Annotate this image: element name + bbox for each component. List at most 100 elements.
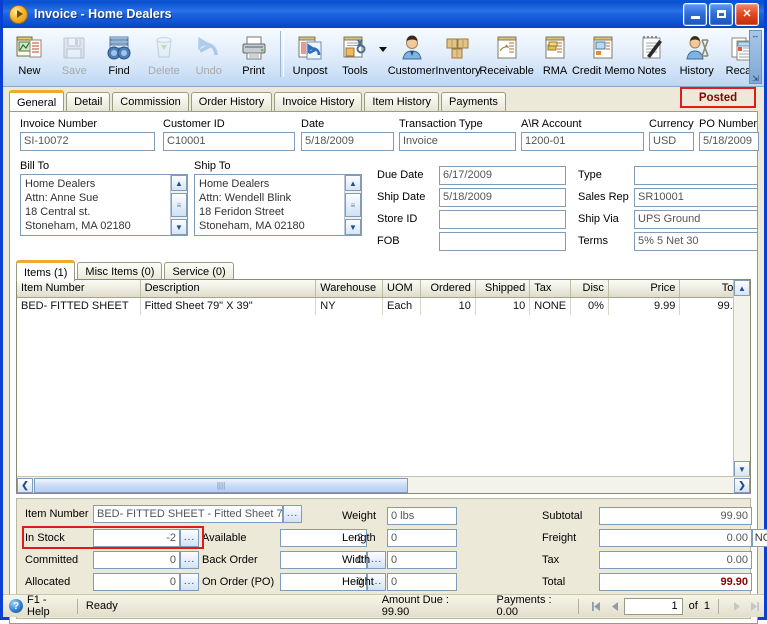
scrollbar-thumb[interactable]: ||||	[34, 477, 408, 493]
previous-record-button[interactable]	[606, 598, 625, 615]
toolbar-new-button[interactable]: New	[7, 28, 52, 84]
transaction-type-input[interactable]: Invoice	[399, 132, 516, 151]
grid-horizontal-scrollbar[interactable]: ❮ |||| ❯	[17, 476, 750, 493]
toolbar-rma-button[interactable]: RMA	[533, 28, 578, 84]
tab-detail[interactable]: Detail	[66, 92, 111, 111]
currency-input[interactable]: USD	[649, 132, 694, 151]
grid-column-header[interactable]: Description	[141, 280, 317, 297]
bill-to-scrollbar[interactable]: ▲ ≡ ▼	[170, 175, 187, 235]
freight-input[interactable]: 0.00	[599, 529, 752, 547]
in-stock-lookup-button[interactable]: ...	[180, 529, 199, 547]
notepad-pen-icon	[637, 32, 667, 64]
item-number-lookup-button[interactable]: ...	[283, 505, 302, 523]
toolbar-credit-memo-button[interactable]: Credit Memo	[572, 28, 635, 84]
tab-invoice-history[interactable]: Invoice History	[274, 92, 363, 111]
scrollbar-thumb[interactable]: ≡	[345, 193, 361, 217]
bill-to-address[interactable]: Home Dealers Attn: Anne Sue 18 Central s…	[20, 174, 188, 236]
toolbar-save-button[interactable]: Save	[52, 28, 97, 84]
toolbar-overflow-grip[interactable]: ↔ ⇲	[749, 30, 762, 84]
scroll-right-icon[interactable]: ❯	[734, 477, 750, 493]
ship-to-scrollbar[interactable]: ▲ ≡ ▼	[344, 175, 361, 235]
next-record-button[interactable]	[727, 598, 746, 615]
in-stock-input[interactable]: -2	[93, 529, 180, 547]
maximize-button[interactable]	[709, 2, 733, 26]
chevron-down-icon[interactable]	[377, 28, 387, 84]
toolbar-print-button[interactable]: Print	[231, 28, 276, 84]
grid-column-header[interactable]: Ordered	[421, 280, 476, 297]
ar-account-input[interactable]: 1200-01	[521, 132, 644, 151]
grid-column-header[interactable]: UOM	[383, 280, 422, 297]
grid-column-header[interactable]: Shipped	[476, 280, 531, 297]
ship-date-input[interactable]: 5/18/2009	[439, 187, 566, 207]
help-question-icon[interactable]: ?	[9, 599, 23, 613]
scroll-down-icon[interactable]: ▼	[171, 219, 187, 235]
date-input[interactable]: 5/18/2009	[301, 132, 394, 151]
cell-ordered: 10	[421, 298, 476, 315]
committed-input[interactable]: 0	[93, 551, 180, 569]
po-number-input[interactable]: 5/18/2009	[699, 132, 759, 151]
terms-input[interactable]: 5% 5 Net 30	[634, 231, 758, 251]
allocated-input[interactable]: 0	[93, 573, 180, 591]
toolbar-inventory-button[interactable]: Inventory	[435, 28, 481, 84]
toolbar-history-button[interactable]: History	[674, 28, 719, 84]
detail-item-number-input[interactable]: BED- FITTED SHEET - Fitted Sheet 79" X 3…	[93, 505, 283, 523]
length-input[interactable]: 0	[387, 529, 457, 547]
toolbar-receivable-button[interactable]: Receivable	[479, 28, 534, 84]
scroll-down-icon[interactable]: ▼	[734, 461, 750, 477]
height-input[interactable]: 0	[387, 573, 457, 591]
scroll-up-icon[interactable]: ▲	[171, 175, 187, 191]
toolbar-notes-button[interactable]: Notes	[629, 28, 674, 84]
scrollbar-thumb[interactable]: ≡	[171, 193, 187, 217]
grid-column-header[interactable]: Disc	[571, 280, 609, 297]
record-number-input[interactable]: 1	[624, 597, 683, 615]
field-label: Invoice Number	[20, 118, 98, 130]
store-id-input[interactable]	[439, 209, 566, 229]
toolbar-unpost-button[interactable]: Unpost	[288, 28, 333, 84]
toolbar-find-button[interactable]: Find	[97, 28, 142, 84]
tab-payments[interactable]: Payments	[441, 92, 506, 111]
help-text[interactable]: F1 - Help	[27, 594, 69, 618]
grid-column-header[interactable]: Price	[609, 280, 681, 297]
table-row[interactable]: BED- FITTED SHEET Fitted Sheet 79" X 39"…	[17, 298, 750, 315]
scroll-up-icon[interactable]: ▲	[345, 175, 361, 191]
tab-order-history[interactable]: Order History	[190, 92, 273, 111]
last-record-button[interactable]	[745, 598, 764, 615]
field-ship-via: Ship Via UPS Ground	[578, 208, 758, 230]
invoice-number-input[interactable]: SI-10072	[20, 132, 155, 151]
fob-input[interactable]	[439, 231, 566, 251]
sales-rep-input[interactable]: SR10001	[634, 187, 758, 207]
minimize-button[interactable]	[683, 2, 707, 26]
freight-tax-code[interactable]: NON	[752, 529, 767, 547]
items-grid[interactable]: Item Number Description Warehouse UOM Or…	[16, 279, 751, 494]
ship-via-input[interactable]: UPS Ground	[634, 209, 758, 229]
toolbar-delete-button[interactable]: Delete	[141, 28, 186, 84]
first-record-button[interactable]	[587, 598, 606, 615]
toolbar-undo-button[interactable]: Undo	[186, 28, 231, 84]
grid-column-header[interactable]: Warehouse	[316, 280, 384, 297]
tab-item-history[interactable]: Item History	[364, 92, 440, 111]
scroll-left-icon[interactable]: ❮	[17, 477, 33, 493]
ship-to-address[interactable]: Home Dealers Attn: Wendell Blink 18 Feri…	[194, 174, 362, 236]
width-input[interactable]: 0	[387, 551, 457, 569]
customer-id-input[interactable]: C10001	[163, 132, 295, 151]
window-controls: ✕	[683, 2, 761, 26]
tab-general[interactable]: General	[9, 90, 65, 111]
field-subtotal: Subtotal 99.90	[542, 505, 767, 527]
field-tax: Tax 0.00	[542, 549, 767, 571]
close-button[interactable]: ✕	[735, 2, 759, 26]
grid-column-header[interactable]: Tax	[530, 280, 571, 297]
weight-input[interactable]: 0 lbs	[387, 507, 457, 525]
tab-items[interactable]: Items (1)	[16, 260, 76, 281]
tab-commission[interactable]: Commission	[112, 92, 189, 111]
allocated-lookup-button[interactable]: ...	[180, 573, 199, 591]
committed-lookup-button[interactable]: ...	[180, 551, 199, 569]
due-date-input[interactable]: 6/17/2009	[439, 165, 566, 185]
toolbar-tools-button[interactable]: Tools	[333, 28, 378, 84]
field-label: Transaction Type	[399, 118, 483, 130]
grid-vertical-scrollbar[interactable]: ▲ ▼	[733, 280, 750, 477]
type-input[interactable]	[634, 165, 758, 185]
tax-value: 0.00	[599, 551, 752, 569]
scroll-up-icon[interactable]: ▲	[734, 280, 750, 296]
scroll-down-icon[interactable]: ▼	[345, 219, 361, 235]
toolbar-customer-button[interactable]: Customer	[388, 28, 435, 84]
